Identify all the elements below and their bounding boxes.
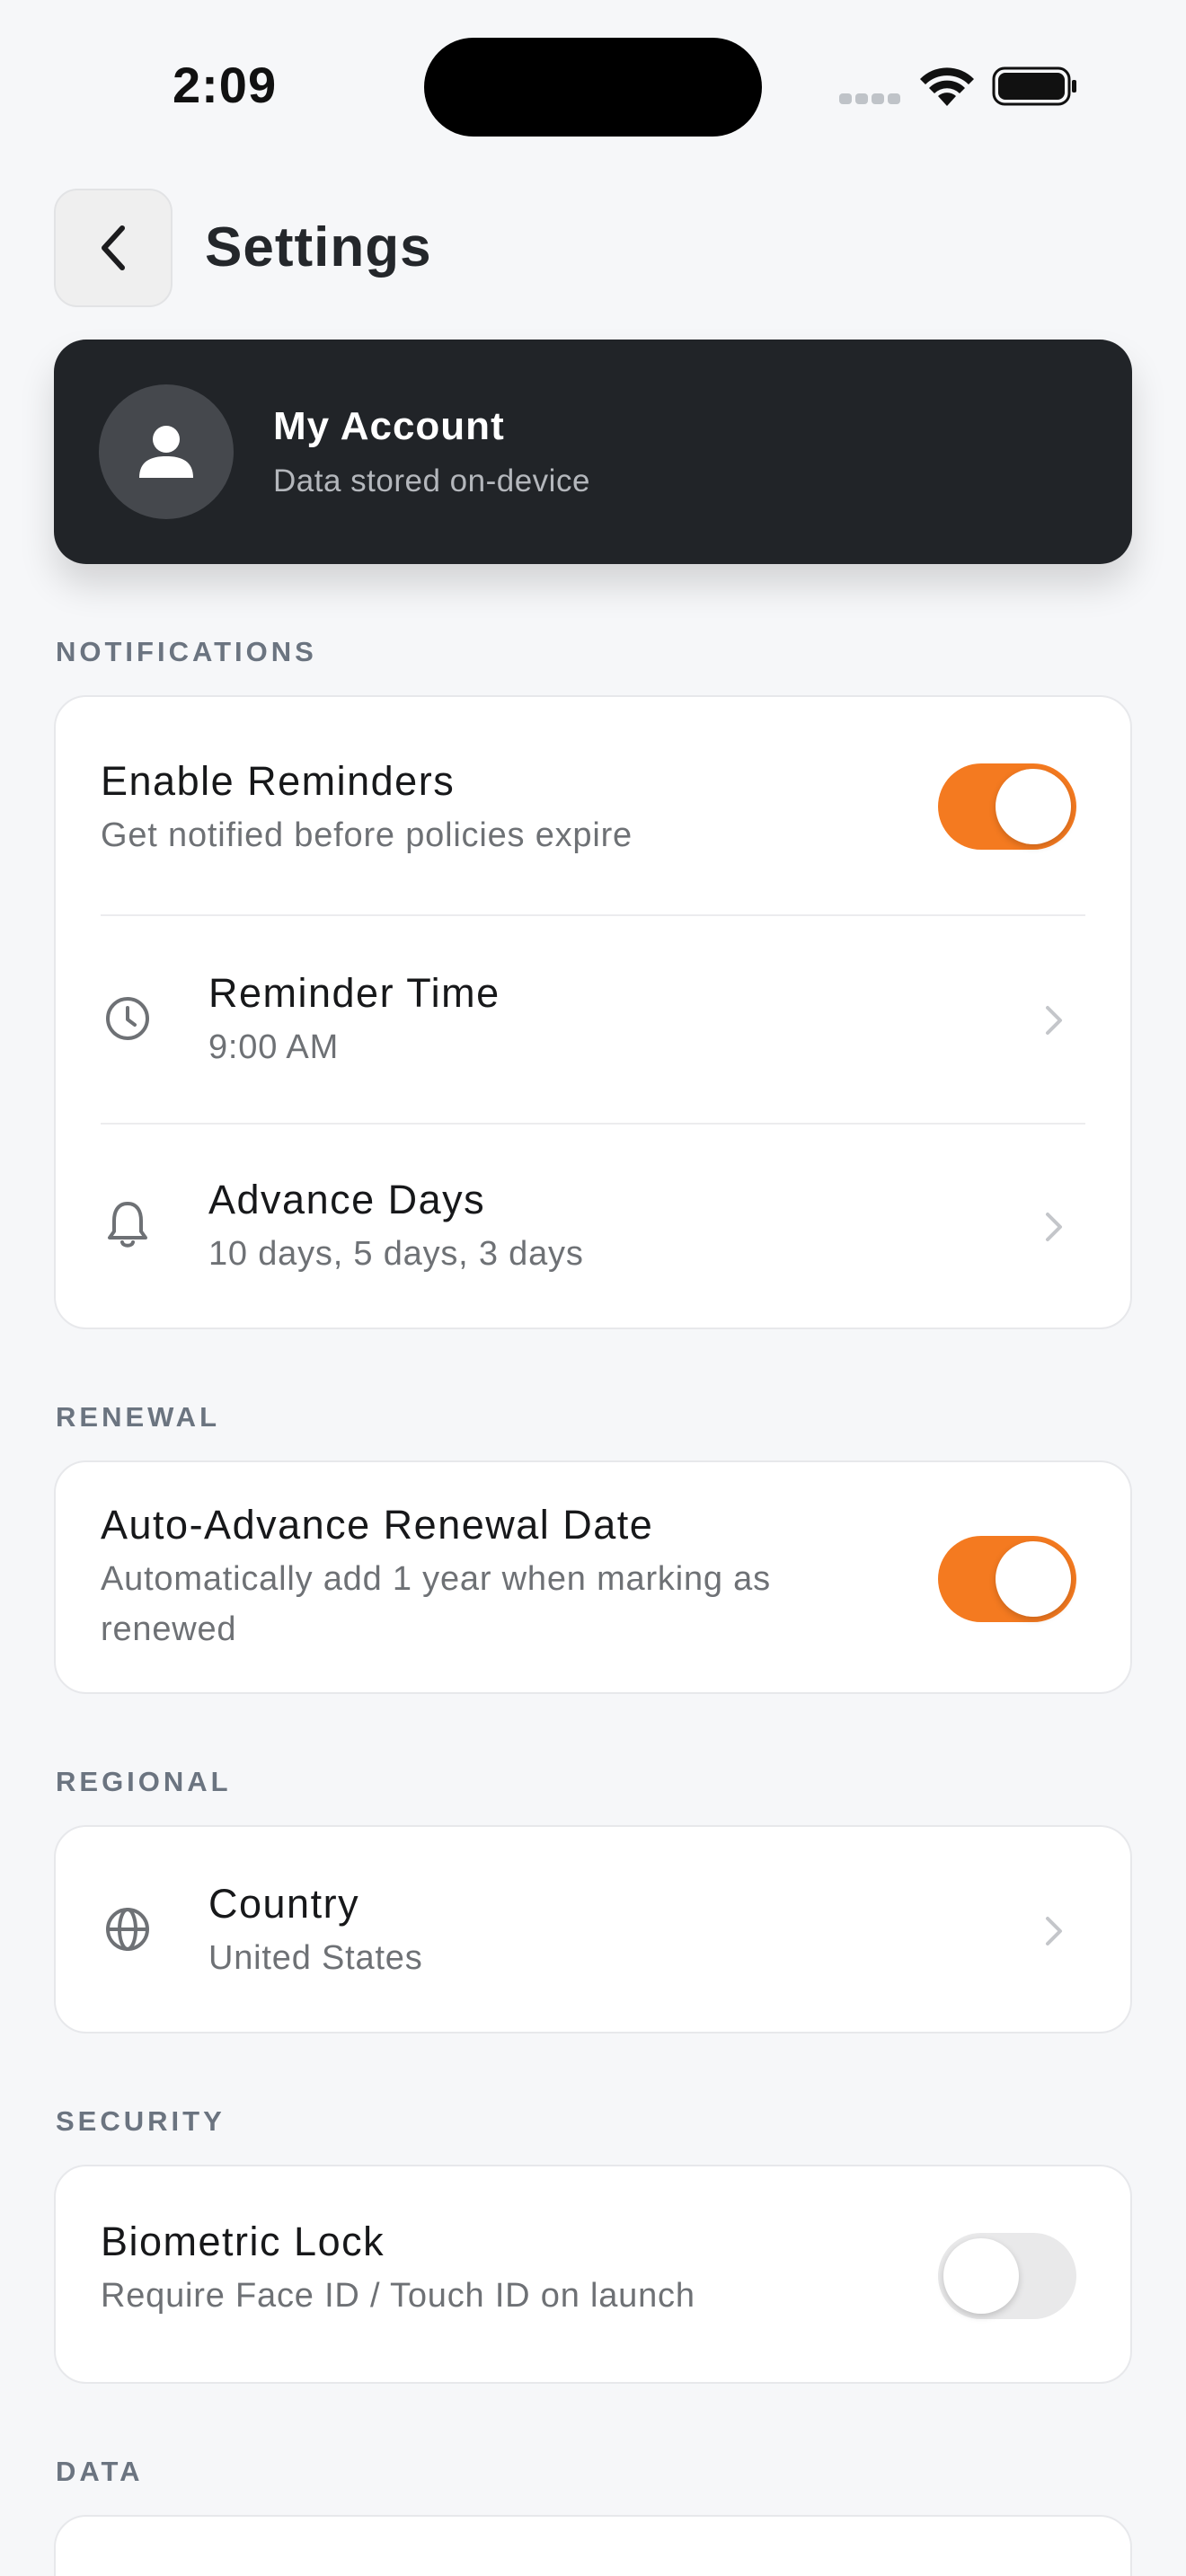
section-label-data: DATA bbox=[56, 2456, 144, 2487]
biometric-toggle[interactable] bbox=[938, 2233, 1076, 2319]
settings-screen: 2:09 Settings My Account Data stored on-… bbox=[0, 0, 1186, 2576]
section-label-regional: REGIONAL bbox=[56, 1766, 232, 1797]
biometric-title: Biometric Lock bbox=[101, 2219, 385, 2264]
account-name: My Account bbox=[273, 404, 505, 448]
section-label-notifications: NOTIFICATIONS bbox=[56, 636, 317, 667]
advance-days-title: Advance Days bbox=[208, 1177, 486, 1222]
account-subtitle: Data stored on-device bbox=[273, 463, 590, 498]
back-button[interactable] bbox=[54, 189, 173, 307]
section-label-security: SECURITY bbox=[56, 2105, 226, 2137]
auto-advance-toggle[interactable] bbox=[938, 1536, 1076, 1622]
renewal-card: Auto-Advance Renewal Date Automatically … bbox=[54, 1460, 1132, 1694]
chevron-right-icon bbox=[1046, 1006, 1062, 1035]
clock-icon bbox=[106, 997, 149, 1040]
enable-reminders-toggle[interactable] bbox=[938, 763, 1076, 850]
enable-reminders-title: Enable Reminders bbox=[101, 758, 456, 804]
toggle-knob bbox=[996, 1541, 1071, 1617]
biometric-row: Biometric Lock Require Face ID / Touch I… bbox=[56, 2166, 1130, 2382]
auto-advance-subtitle-line2: renewed bbox=[101, 1610, 237, 1648]
account-card[interactable]: My Account Data stored on-device bbox=[54, 340, 1132, 564]
nav-header: Settings bbox=[0, 171, 1186, 340]
data-card bbox=[54, 2515, 1132, 2576]
auto-advance-row: Auto-Advance Renewal Date Automatically … bbox=[56, 1462, 1130, 1692]
reminder-time-value: 9:00 AM bbox=[208, 1028, 340, 1066]
globe-icon bbox=[106, 1908, 149, 1951]
auto-advance-title: Auto-Advance Renewal Date bbox=[101, 1502, 654, 1548]
enable-reminders-row: Enable Reminders Get notified before pol… bbox=[56, 697, 1130, 914]
chevron-right-icon bbox=[1046, 1917, 1062, 1945]
security-card: Biometric Lock Require Face ID / Touch I… bbox=[54, 2165, 1132, 2384]
country-value: United States bbox=[208, 1939, 423, 1977]
country-title: Country bbox=[208, 1881, 360, 1927]
reminder-time-title: Reminder Time bbox=[208, 970, 500, 1016]
enable-reminders-subtitle: Get notified before policies expire bbox=[101, 816, 633, 854]
page-title: Settings bbox=[205, 216, 432, 278]
battery-icon bbox=[992, 66, 1076, 106]
advance-days-value: 10 days, 5 days, 3 days bbox=[208, 1235, 584, 1273]
auto-advance-subtitle-line1: Automatically add 1 year when marking as bbox=[101, 1560, 771, 1598]
wifi-icon bbox=[920, 67, 974, 106]
section-label-renewal: RENEWAL bbox=[56, 1401, 220, 1433]
chevron-right-icon bbox=[1046, 1213, 1062, 1241]
dynamic-island bbox=[424, 38, 762, 137]
cellular-signal-icon bbox=[839, 93, 902, 104]
avatar bbox=[99, 384, 234, 519]
reminder-time-row[interactable]: Reminder Time 9:00 AM bbox=[56, 916, 1130, 1123]
person-icon bbox=[139, 426, 193, 478]
toggle-knob bbox=[943, 2238, 1019, 2314]
biometric-subtitle: Require Face ID / Touch ID on launch bbox=[101, 2277, 695, 2315]
country-row[interactable]: Country United States bbox=[56, 1827, 1130, 2032]
status-bar: 2:09 bbox=[0, 0, 1186, 171]
advance-days-row[interactable]: Advance Days 10 days, 5 days, 3 days bbox=[56, 1125, 1130, 1328]
status-time: 2:09 bbox=[173, 57, 278, 113]
regional-card: Country United States bbox=[54, 1825, 1132, 2033]
bell-icon bbox=[108, 1202, 147, 1248]
toggle-knob bbox=[996, 769, 1071, 844]
chevron-left-icon bbox=[102, 225, 125, 270]
notifications-card: Enable Reminders Get notified before pol… bbox=[54, 695, 1132, 1329]
